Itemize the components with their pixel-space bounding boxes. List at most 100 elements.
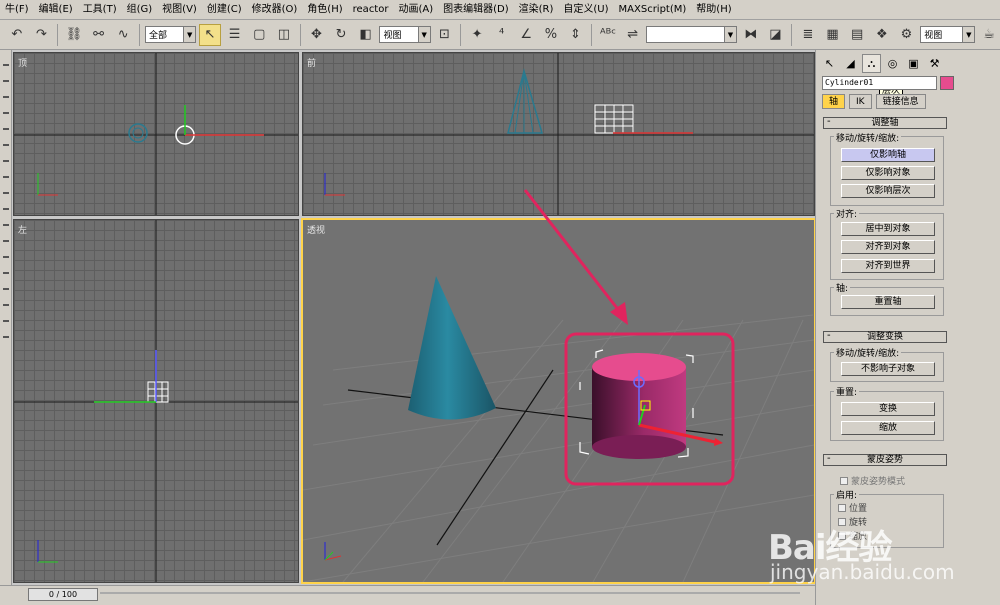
affect-pivot-only-button[interactable]: 仅影响轴 — [841, 148, 935, 162]
motion-tab-icon[interactable]: ◎ — [883, 54, 902, 73]
spinner-snap-icon[interactable]: ⇕ — [565, 24, 587, 46]
select-by-name-icon[interactable]: ☰ — [224, 24, 246, 46]
menu-item[interactable]: 牛(F) — [0, 0, 34, 19]
hierarchy-tab-icon[interactable]: ⛬ — [862, 54, 881, 73]
subtab-pivot[interactable]: 轴 — [822, 94, 846, 109]
align-to-object-button[interactable]: 对齐到对象 — [841, 240, 935, 254]
object-name-field[interactable]: Cylinder01 — [822, 76, 937, 90]
scale-icon[interactable]: ◧ — [355, 24, 377, 46]
named-selection-icon[interactable]: ⇌ — [622, 24, 644, 46]
subtab-link-info[interactable]: 链接信息 — [875, 94, 926, 109]
undo-icon[interactable]: ↶ — [6, 24, 28, 46]
quick-render-icon[interactable]: ☕ — [978, 24, 1000, 46]
menu-item[interactable]: MAXScript(M) — [614, 0, 692, 19]
adjust-pivot-rollout[interactable]: - 调整轴 — [823, 117, 947, 129]
align-icon[interactable]: ◪ — [765, 24, 787, 46]
group-label: 重置: — [834, 385, 860, 398]
render-scene-icon[interactable]: ⚙ — [896, 24, 918, 46]
hierarchy-subtabs: 轴 IK 链接信息 — [822, 94, 926, 109]
left-tool-strip — [0, 50, 12, 585]
mirror-icon[interactable]: ⧓ — [740, 24, 762, 46]
menu-item[interactable]: 修改器(O) — [247, 0, 303, 19]
ref-coord-dropdown[interactable]: 视图 ▼ — [379, 26, 431, 43]
edit-named-selection-icon[interactable]: ᴬᴮᶜ — [597, 24, 619, 46]
utilities-tab-icon[interactable]: ⚒ — [925, 54, 944, 73]
object-color-swatch[interactable] — [940, 76, 954, 90]
display-tab-icon[interactable]: ▣ — [904, 54, 923, 73]
snap-toggle-icon[interactable]: ⁴ — [491, 24, 513, 46]
create-tab-icon[interactable]: ↖ — [820, 54, 839, 73]
timeline-track[interactable] — [100, 592, 800, 594]
unlink-icon[interactable]: ⚯ — [88, 24, 110, 46]
command-panel-tabs: ↖ ◢ ⛬ ◎ ▣ ⚒ — [820, 54, 944, 73]
schematic-view-icon[interactable]: ▤ — [846, 24, 868, 46]
perspective-grid — [303, 314, 814, 582]
chevron-down-icon: ▼ — [183, 27, 196, 42]
named-selection-dropdown[interactable]: ▼ — [646, 26, 737, 43]
viewport-top[interactable]: 顶 — [13, 52, 299, 216]
affect-hierarchy-only-button[interactable]: 仅影响层次 — [841, 184, 935, 198]
timeline-bar: 0 / 100 — [0, 585, 815, 605]
move-icon[interactable]: ✥ — [306, 24, 328, 46]
menu-item[interactable]: 创建(C) — [202, 0, 247, 19]
menu-item[interactable]: 角色(H) — [302, 0, 347, 19]
material-editor-icon[interactable]: ❖ — [871, 24, 893, 46]
reset-transform-button[interactable]: 变换 — [841, 402, 935, 416]
menu-bar: 牛(F) 编辑(E) 工具(T) 组(G) 视图(V) 创建(C) 修改器(O) 角色(H) r… — [0, 0, 1000, 20]
menu-item[interactable]: 自定义(U) — [558, 0, 613, 19]
cylinder-left-view — [147, 381, 169, 403]
modify-tab-icon[interactable]: ◢ — [841, 54, 860, 73]
checkbox-box — [840, 476, 848, 485]
chevron-down-icon: ▼ — [723, 27, 736, 42]
layer-manager-icon[interactable]: ≣ — [797, 24, 819, 46]
skin-pose-mode-checkbox[interactable]: 蒙皮姿势模式 — [840, 474, 905, 487]
toolbar-separator — [460, 23, 462, 46]
ref-coord-value: 视图 — [383, 31, 402, 41]
cone-top-view — [128, 123, 148, 143]
menu-item[interactable]: 视图(V) — [157, 0, 202, 19]
adjust-transform-rollout[interactable]: - 调整变换 — [823, 331, 947, 343]
select-object-icon[interactable]: ↖ — [199, 23, 221, 46]
rotate-icon[interactable]: ↻ — [330, 24, 352, 46]
selection-filter-dropdown[interactable]: 全部 ▼ — [145, 26, 197, 43]
reset-scale-button[interactable]: 缩放 — [841, 421, 935, 435]
menu-item[interactable]: 帮助(H) — [691, 0, 736, 19]
chevron-down-icon: ▼ — [417, 27, 430, 42]
angle-snap-icon[interactable]: ∠ — [515, 24, 537, 46]
menu-item[interactable]: 动画(A) — [393, 0, 438, 19]
menu-item[interactable]: 图表编辑器(D) — [438, 0, 514, 19]
checkbox-box — [838, 503, 846, 512]
viewport-left[interactable]: 左 — [13, 219, 299, 583]
manipulate-icon[interactable]: ✦ — [466, 24, 488, 46]
cone-object[interactable] — [408, 276, 496, 420]
time-slider[interactable]: 0 / 100 — [28, 588, 98, 601]
menu-item[interactable]: reactor — [348, 0, 394, 19]
checkbox-label: 位置 — [849, 504, 868, 514]
toolbar-separator — [57, 23, 59, 46]
group-label: 对齐: — [834, 207, 860, 220]
dont-affect-children-button[interactable]: 不影响子对象 — [841, 362, 935, 376]
rect-selection-icon[interactable]: ▢ — [248, 24, 270, 46]
redo-icon[interactable]: ↷ — [31, 24, 53, 46]
menu-item[interactable]: 组(G) — [122, 0, 158, 19]
pivot-center-icon[interactable]: ⊡ — [434, 24, 456, 46]
toolbar-separator — [139, 23, 141, 46]
menu-item[interactable]: 渲染(R) — [514, 0, 559, 19]
rollout-title: 调整轴 — [871, 118, 899, 128]
toolbar-separator — [591, 23, 593, 46]
reset-pivot-button[interactable]: 重置轴 — [841, 295, 935, 309]
skin-pose-rollout[interactable]: - 蒙皮姿势 — [823, 454, 947, 466]
window-crossing-icon[interactable]: ◫ — [273, 24, 295, 46]
menu-item[interactable]: 工具(T) — [78, 0, 122, 19]
subtab-ik[interactable]: IK — [849, 94, 872, 109]
percent-snap-icon[interactable]: % — [540, 24, 562, 46]
curve-editor-icon[interactable]: ▦ — [822, 24, 844, 46]
affect-object-only-button[interactable]: 仅影响对象 — [841, 166, 935, 180]
center-to-object-button[interactable]: 居中到对象 — [841, 222, 935, 236]
select-link-icon[interactable]: ⛓ — [63, 24, 85, 46]
menu-item[interactable]: 编辑(E) — [34, 0, 78, 19]
render-type-dropdown[interactable]: 视图 ▼ — [920, 26, 976, 43]
enable-position-checkbox[interactable]: 位置 — [838, 501, 867, 514]
align-to-world-button[interactable]: 对齐到世界 — [841, 259, 935, 273]
bind-space-warp-icon[interactable]: ∿ — [112, 24, 134, 46]
